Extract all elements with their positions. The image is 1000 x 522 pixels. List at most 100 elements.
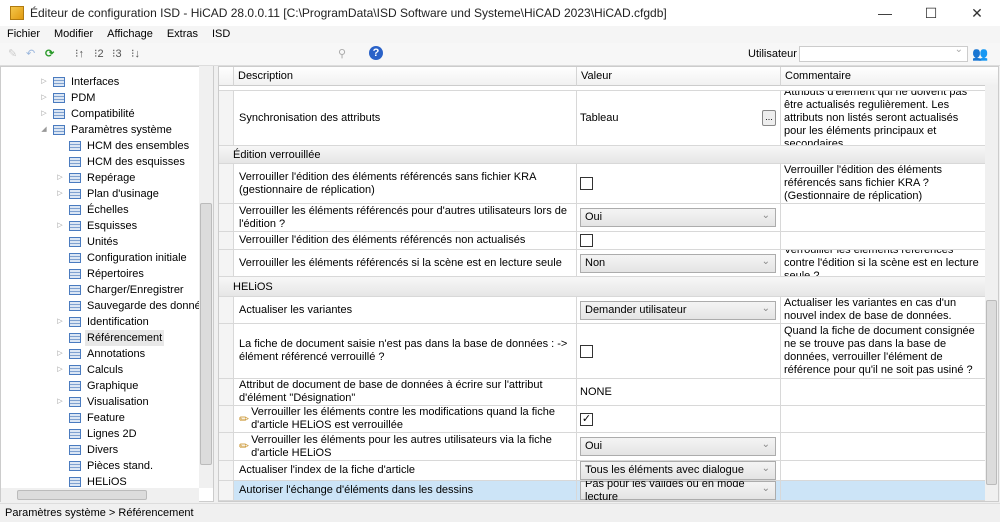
- maximize-button[interactable]: ☐: [908, 0, 954, 26]
- value-dropdown[interactable]: Tous les éléments avec dialogue: [580, 461, 776, 480]
- expander-icon[interactable]: ▷: [55, 346, 65, 362]
- tree-item[interactable]: Unités: [55, 234, 120, 250]
- property-row[interactable]: Synchronisation des attributs Tableau... A…: [219, 91, 985, 146]
- tree-item[interactable]: Répertoires: [55, 266, 146, 282]
- tree-item[interactable]: Feature: [55, 410, 127, 426]
- value-checkbox[interactable]: [580, 234, 593, 247]
- tree-item[interactable]: ▷ Visualisation: [55, 394, 151, 410]
- tree-item-label: Échelles: [87, 204, 129, 216]
- tree-item[interactable]: Configuration initiale: [55, 250, 189, 266]
- expander-icon[interactable]: ▷: [39, 90, 49, 106]
- value-dropdown[interactable]: Oui: [580, 208, 776, 227]
- value-checkbox[interactable]: [580, 177, 593, 190]
- value-cell[interactable]: [577, 164, 781, 203]
- expander-icon[interactable]: ▷: [55, 314, 65, 330]
- property-row[interactable]: La fiche de document saisie n'est pas da…: [219, 324, 985, 379]
- property-row[interactable]: Verrouiller l'édition des éléments référ…: [219, 164, 985, 204]
- expander-icon[interactable]: ▷: [39, 74, 49, 90]
- property-row[interactable]: Verrouiller l'édition des éléments référ…: [219, 232, 985, 250]
- tree-item[interactable]: ▷ Interfaces: [39, 74, 121, 90]
- value-checkbox[interactable]: ✓: [580, 412, 593, 426]
- value-cell[interactable]: [577, 232, 781, 249]
- value-cell[interactable]: Pas pour les validés ou en mode lecture: [577, 481, 781, 500]
- expander-icon[interactable]: ▷: [55, 394, 65, 410]
- minimize-button[interactable]: —: [862, 0, 908, 26]
- tree-item[interactable]: Pièces stand.: [55, 458, 155, 474]
- expander-icon[interactable]: ▷: [55, 186, 65, 202]
- expander-icon[interactable]: ▷: [55, 362, 65, 378]
- tree-item[interactable]: Référencement: [55, 330, 165, 346]
- value-checkbox[interactable]: [580, 344, 593, 358]
- header-valeur[interactable]: Valeur: [577, 67, 781, 86]
- refresh-icon[interactable]: ⟳: [45, 47, 54, 62]
- property-row[interactable]: Verrouiller les éléments référencés pour…: [219, 204, 985, 232]
- value-cell[interactable]: NONE: [577, 379, 781, 405]
- value-dropdown[interactable]: Demander utilisateur: [580, 300, 776, 320]
- tree-item[interactable]: ▷ Esquisses: [55, 218, 139, 234]
- tree-item[interactable]: HCM des ensembles: [55, 138, 191, 154]
- tree-hscroll-thumb[interactable]: [17, 490, 147, 500]
- tree-item[interactable]: ▷ Compatibilité: [39, 106, 137, 122]
- close-button[interactable]: ✕: [954, 0, 1000, 26]
- tree-item[interactable]: Sauvegarde des données: [55, 298, 213, 314]
- tree-item[interactable]: ▷ PDM: [39, 90, 97, 106]
- value-cell[interactable]: Tableau...: [577, 91, 781, 145]
- property-row[interactable]: Verrouiller les éléments référencés si l…: [219, 250, 985, 277]
- tree-item[interactable]: Divers: [55, 442, 120, 458]
- expander-icon[interactable]: ▷: [55, 170, 65, 186]
- undo-icon[interactable]: ↶: [26, 47, 35, 62]
- property-row[interactable]: Attribut de document de base de données …: [219, 379, 985, 406]
- value-cell[interactable]: Oui: [577, 433, 781, 460]
- value-cell[interactable]: [577, 324, 781, 378]
- group-header[interactable]: Édition verrouillée: [219, 146, 985, 164]
- move-down-icon[interactable]: ⁝↓: [131, 47, 140, 62]
- tree-item[interactable]: HCM des esquisses: [55, 154, 187, 170]
- property-row[interactable]: Autoriser l'échange d'éléments dans les …: [219, 481, 985, 501]
- help-icon[interactable]: ?: [369, 46, 383, 60]
- value-dropdown[interactable]: Pas pour les validés ou en mode lecture: [580, 481, 776, 500]
- value-cell[interactable]: Oui: [577, 204, 781, 231]
- edit-table-button[interactable]: ...: [762, 110, 776, 126]
- menu-isd[interactable]: ISD: [205, 26, 237, 43]
- value-cell[interactable]: Tous les éléments avec dialogue: [577, 461, 781, 480]
- tree-item[interactable]: Charger/Enregistrer: [55, 282, 186, 298]
- property-row[interactable]: Actualiser l'index de la fiche d'article…: [219, 461, 985, 481]
- expander-icon[interactable]: ▷: [55, 218, 65, 234]
- tree-item[interactable]: ▷ Calculs: [55, 362, 125, 378]
- menu-fichier[interactable]: Fichier: [0, 26, 47, 43]
- menu-extras[interactable]: Extras: [160, 26, 205, 43]
- property-row[interactable]: ✏ Verrouiller les éléments contre les mod…: [219, 406, 985, 433]
- tree-item[interactable]: Lignes 2D: [55, 426, 139, 442]
- expander-icon[interactable]: ◢: [39, 122, 49, 138]
- tree-item[interactable]: ◢ Paramètres système: [39, 122, 174, 138]
- property-row[interactable]: Actualiser les variantes Demander utilisa…: [219, 297, 985, 324]
- tree-item[interactable]: Graphique: [55, 378, 140, 394]
- tree-item[interactable]: Échelles: [55, 202, 131, 218]
- expander-icon[interactable]: ▷: [39, 106, 49, 122]
- value-dropdown[interactable]: Oui: [580, 437, 776, 456]
- tree-item[interactable]: ▷ Annotations: [55, 346, 147, 362]
- value-cell[interactable]: Demander utilisateur: [577, 297, 781, 323]
- header-commentaire[interactable]: Commentaire: [781, 67, 998, 86]
- level-2-icon[interactable]: ⁝2: [94, 47, 104, 62]
- user-combo[interactable]: [799, 44, 968, 62]
- value-cell[interactable]: ✓: [577, 406, 781, 432]
- grid-scroll-thumb[interactable]: [986, 300, 997, 485]
- header-description[interactable]: Description: [234, 67, 577, 86]
- property-row[interactable]: ✏ Verrouiller les éléments pour les autre…: [219, 433, 985, 461]
- binoculars-icon[interactable]: ⚲: [338, 47, 346, 62]
- group-header[interactable]: HELiOS: [219, 277, 985, 297]
- menu-modifier[interactable]: Modifier: [47, 26, 100, 43]
- tree-scroll-thumb[interactable]: [200, 203, 212, 465]
- value-cell[interactable]: Non: [577, 250, 781, 276]
- edit-pencil-icon[interactable]: ✎: [8, 47, 17, 62]
- menu-affichage[interactable]: Affichage: [100, 26, 160, 43]
- tree-item[interactable]: ▷ Plan d'usinage: [55, 186, 161, 202]
- users-icon[interactable]: 👥: [972, 46, 988, 61]
- move-up-icon[interactable]: ⁝↑: [75, 47, 84, 62]
- description-text: Actualiser l'index de la fiche d'article: [239, 464, 416, 476]
- tree-item[interactable]: ▷ Identification: [55, 314, 151, 330]
- value-dropdown[interactable]: Non: [580, 253, 776, 273]
- level-3-icon[interactable]: ⁝3: [112, 47, 122, 62]
- tree-item[interactable]: ▷ Repérage: [55, 170, 137, 186]
